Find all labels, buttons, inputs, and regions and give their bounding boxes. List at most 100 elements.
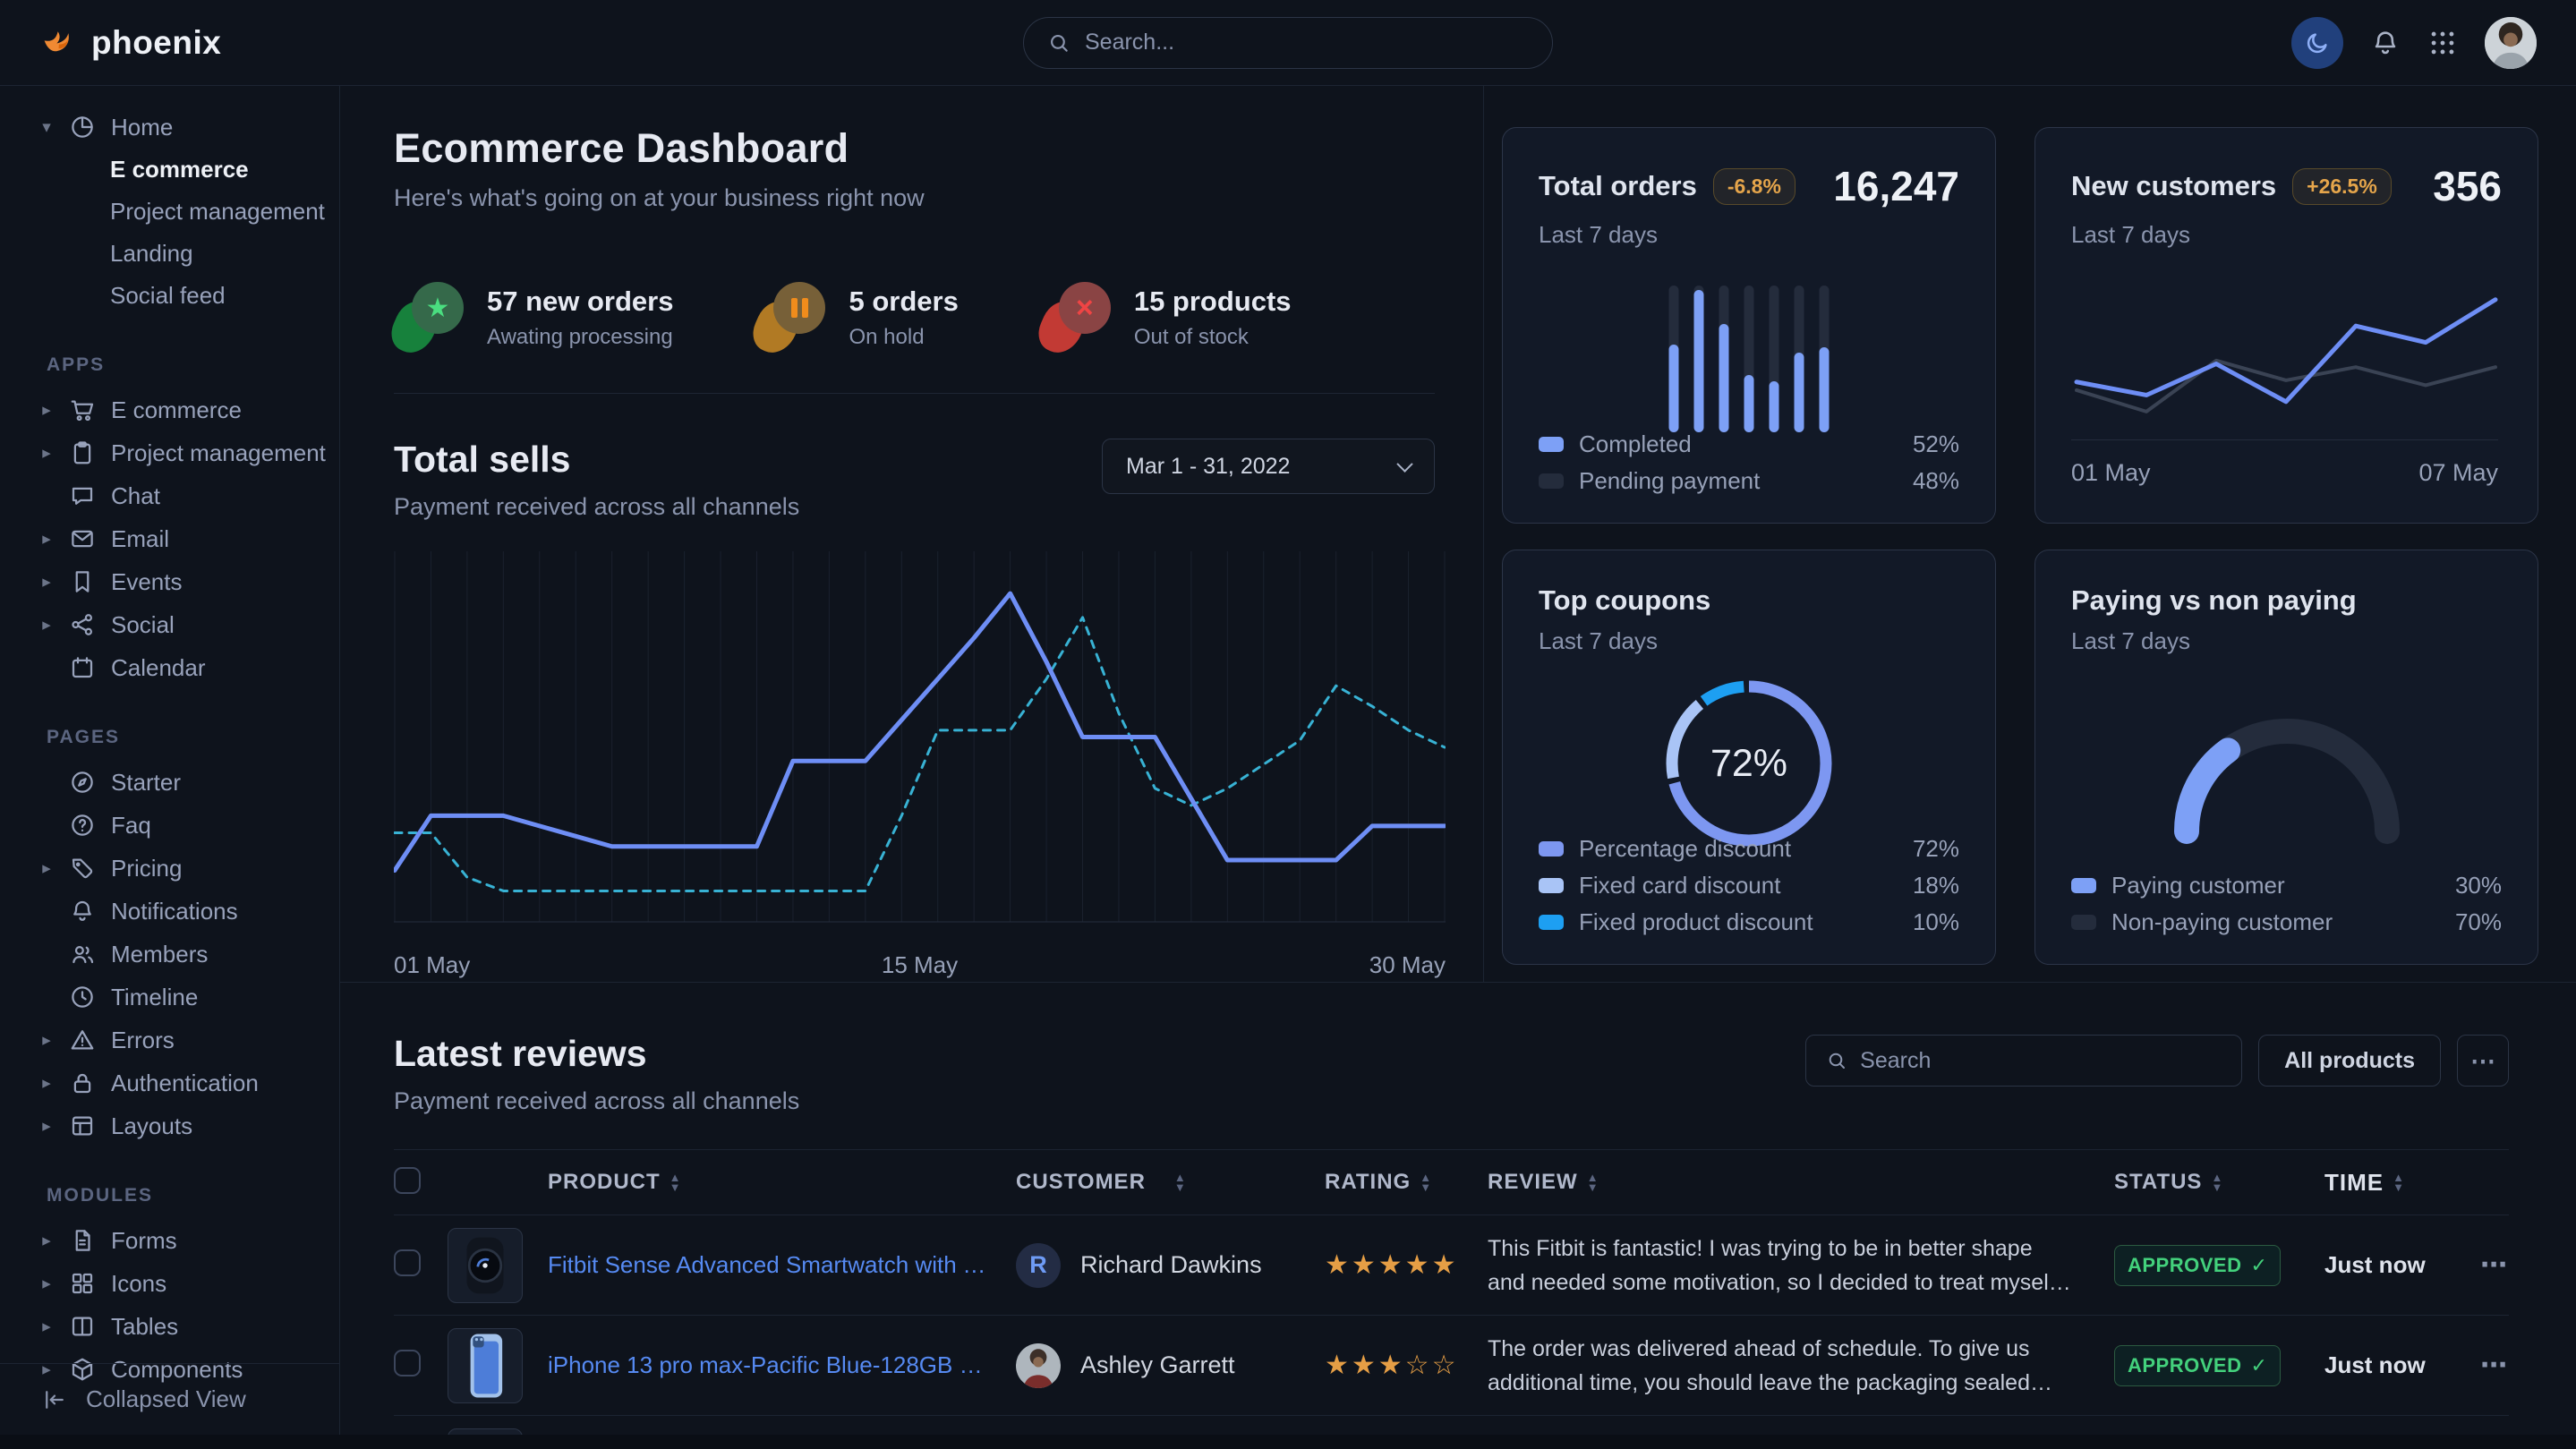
column-header-time[interactable]: TIME▲▼	[2324, 1169, 2450, 1197]
sidebar-item-email[interactable]: ▸Email	[0, 517, 339, 560]
notifications-button[interactable]	[2370, 28, 2401, 58]
product-link[interactable]: iPhone 13 pro max-Pacific Blue-128GB sto…	[548, 1351, 989, 1379]
total-orders-badge: -6.8%	[1713, 168, 1796, 205]
global-search[interactable]	[1023, 17, 1553, 69]
total-sells-title: Total sells	[394, 439, 799, 481]
user-avatar[interactable]	[2485, 17, 2537, 69]
reviews-more-button[interactable]: ⋯	[2457, 1035, 2509, 1087]
sidebar-item-events[interactable]: ▸Events	[0, 560, 339, 603]
sort-icon: ▲▼	[2393, 1172, 2405, 1192]
legend-value: 48%	[1913, 467, 1959, 495]
sidebar-item-label: Members	[111, 941, 208, 968]
row-checkbox[interactable]	[394, 1350, 421, 1377]
column-header-review[interactable]: REVIEW▲▼	[1488, 1170, 2114, 1195]
chevron-right-icon: ▸	[38, 400, 55, 421]
sidebar-item-pricing[interactable]: ▸Pricing	[0, 847, 339, 890]
collapsed-view-button[interactable]: Collapsed View	[0, 1363, 339, 1435]
sidebar-item-starter[interactable]: Starter	[0, 761, 339, 804]
sidebar-item-social[interactable]: ▸Social	[0, 603, 339, 646]
sidebar-item-home[interactable]: ▾Home	[0, 106, 339, 149]
sort-icon: ▲▼	[2211, 1172, 2223, 1192]
chevron-right-icon: ▸	[38, 529, 55, 550]
collapsed-view-label: Collapsed View	[86, 1385, 246, 1413]
legend-item-fixed-card-discount: Fixed card discount18%	[1539, 867, 1959, 904]
column-header-customer[interactable]: CUSTOMER▲▼	[1016, 1170, 1325, 1195]
total-orders-card: Total orders -6.8% 16,247 Last 7 days Co…	[1502, 127, 1996, 524]
legend-label: Fixed product discount	[1579, 908, 1813, 936]
sidebar-item-layouts[interactable]: ▸Layouts	[0, 1104, 339, 1147]
new-customers-axis	[2071, 439, 2498, 440]
sidebar-item-faq[interactable]: Faq	[0, 804, 339, 847]
users-icon	[69, 941, 98, 967]
column-header-rating[interactable]: RATING▲▼	[1325, 1170, 1488, 1195]
all-products-button[interactable]: All products	[2258, 1035, 2441, 1087]
sidebar-item-forms[interactable]: ▸Forms	[0, 1219, 339, 1262]
apps-grid-button[interactable]	[2427, 28, 2458, 58]
sidebar-item-social-feed[interactable]: Social feed	[0, 275, 339, 317]
sidebar-item-label: E commerce	[111, 396, 242, 424]
legend-label: Pending payment	[1579, 467, 1760, 495]
legend-swatch	[1539, 915, 1564, 930]
sidebar-item-timeline[interactable]: Timeline	[0, 976, 339, 1019]
sidebar-item-authentication[interactable]: ▸Authentication	[0, 1061, 339, 1104]
column-header-product[interactable]: PRODUCT▲▼	[548, 1170, 1016, 1195]
date-range-select[interactable]: Mar 1 - 31, 2022	[1102, 439, 1435, 494]
new-customers-card: New customers +26.5% 356 Last 7 days 01 …	[2034, 127, 2538, 524]
row-menu-button[interactable]: ⋯	[2450, 1350, 2509, 1381]
legend-swatch	[1539, 841, 1564, 857]
customer-avatar	[1016, 1343, 1061, 1388]
select-all-checkbox[interactable]	[394, 1167, 421, 1194]
product-link[interactable]: Fitbit Sense Advanced Smartwatch with To…	[548, 1251, 989, 1279]
lock-icon	[69, 1070, 98, 1096]
sidebar-item-project-management[interactable]: Project management	[0, 191, 339, 233]
review-row-2: iPhone 13 pro max-Pacific Blue-128GB sto…	[394, 1316, 2509, 1416]
total-sells-chart: 01 May 15 May 30 May	[394, 551, 1435, 982]
sidebar-section-pages: PAGES	[0, 689, 339, 761]
sidebar-item-label: Starter	[111, 769, 181, 797]
sidebar-item-calendar[interactable]: Calendar	[0, 646, 339, 689]
sidebar-item-label: Forms	[111, 1227, 177, 1255]
calendar-icon	[69, 654, 98, 681]
total-sells-subtitle: Payment received across all channels	[394, 493, 799, 521]
reviews-table: PRODUCT▲▼CUSTOMER▲▼RATING▲▼REVIEW▲▼STATU…	[394, 1149, 2509, 1449]
sidebar-item-tables[interactable]: ▸Tables	[0, 1305, 339, 1348]
sidebar-item-label: Timeline	[111, 984, 198, 1011]
sidebar-item-label: Icons	[111, 1270, 166, 1298]
sidebar-item-icons[interactable]: ▸Icons	[0, 1262, 339, 1305]
new-customers-x-labels: 01 May 07 May	[2071, 459, 2498, 487]
sidebar-item-label: Authentication	[111, 1070, 259, 1097]
chevron-down-icon: ▾	[38, 117, 55, 138]
sidebar-item-landing[interactable]: Landing	[0, 233, 339, 275]
sidebar-item-notifications[interactable]: Notifications	[0, 890, 339, 933]
sidebar-item-errors[interactable]: ▸Errors	[0, 1019, 339, 1061]
sidebar-item-e-commerce[interactable]: E commerce	[0, 149, 339, 191]
sidebar-item-e-commerce[interactable]: ▸ E commerce	[0, 388, 339, 431]
chevron-right-icon: ▸	[38, 572, 55, 592]
sidebar-item-chat[interactable]: Chat	[0, 474, 339, 517]
product-thumbnail	[448, 1328, 523, 1403]
sidebar-item-project-management[interactable]: ▸Project management	[0, 431, 339, 474]
review-text: This Fitbit is fantastic! I was trying t…	[1488, 1232, 2073, 1300]
sidebar-item-members[interactable]: Members	[0, 933, 339, 976]
row-checkbox[interactable]	[394, 1249, 421, 1276]
page-title: Ecommerce Dashboard	[394, 125, 1435, 172]
reviews-search-input[interactable]	[1860, 1048, 2222, 1074]
warning-icon	[69, 1027, 98, 1053]
product-thumbnail	[448, 1228, 523, 1303]
brand-logo[interactable]: phoenix	[39, 21, 221, 64]
bell-icon	[2370, 28, 2401, 58]
sidebar-section-modules: MODULES	[0, 1147, 339, 1219]
top-navbar: phoenix	[0, 0, 2576, 86]
sidebar-section-apps: APPS	[0, 317, 339, 388]
top-coupons-card: Top coupons Last 7 days 72% Percentage d…	[1502, 550, 1996, 965]
column-header-status[interactable]: STATUS▲▼	[2114, 1170, 2324, 1195]
row-menu-button[interactable]: ⋯	[2450, 1249, 2509, 1281]
window-bottom-strip	[0, 1435, 2576, 1449]
legend-value: 18%	[1913, 872, 1959, 899]
search-input[interactable]	[1085, 30, 1529, 55]
file-icon	[69, 1227, 98, 1254]
reviews-search[interactable]	[1805, 1035, 2242, 1087]
chevron-right-icon: ▸	[38, 1030, 55, 1051]
theme-toggle-button[interactable]	[2291, 17, 2343, 69]
legend-item-pending-payment: Pending payment 48%	[1539, 463, 1959, 499]
